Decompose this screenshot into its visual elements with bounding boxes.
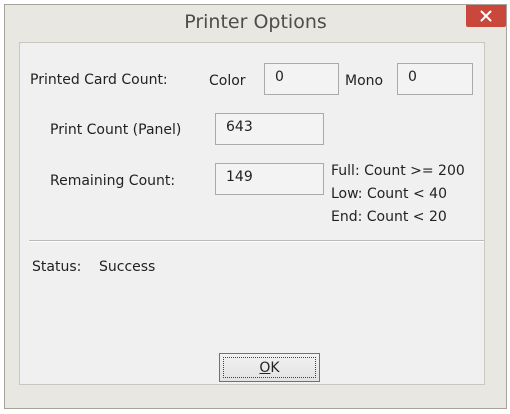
threshold-low-text: Low: Count < 40 <box>331 186 447 202</box>
print-count-field[interactable]: 643 <box>215 113 324 145</box>
threshold-end-text: End: Count < 20 <box>331 209 447 225</box>
separator-line <box>29 240 484 242</box>
ok-mnemonic: O <box>259 359 271 376</box>
status-value: Success <box>99 259 156 275</box>
close-icon <box>480 10 492 22</box>
remaining-count-field[interactable]: 149 <box>215 163 324 195</box>
mono-label: Mono <box>345 73 384 89</box>
remaining-count-label: Remaining Count: <box>50 173 176 189</box>
color-label: Color <box>209 73 246 89</box>
printed-card-count-label: Printed Card Count: <box>30 72 168 88</box>
close-button[interactable] <box>466 5 506 27</box>
ok-label-rest: K <box>270 359 280 376</box>
status-label: Status: <box>32 259 82 275</box>
ok-button[interactable]: OK <box>219 353 320 382</box>
threshold-full-text: Full: Count >= 200 <box>331 163 465 179</box>
mono-count-field[interactable]: 0 <box>397 63 473 95</box>
color-count-field[interactable]: 0 <box>264 63 339 95</box>
window-title: Printer Options <box>184 11 327 33</box>
ok-button-label: OK <box>259 360 279 376</box>
print-count-label: Print Count (Panel) <box>50 122 182 138</box>
